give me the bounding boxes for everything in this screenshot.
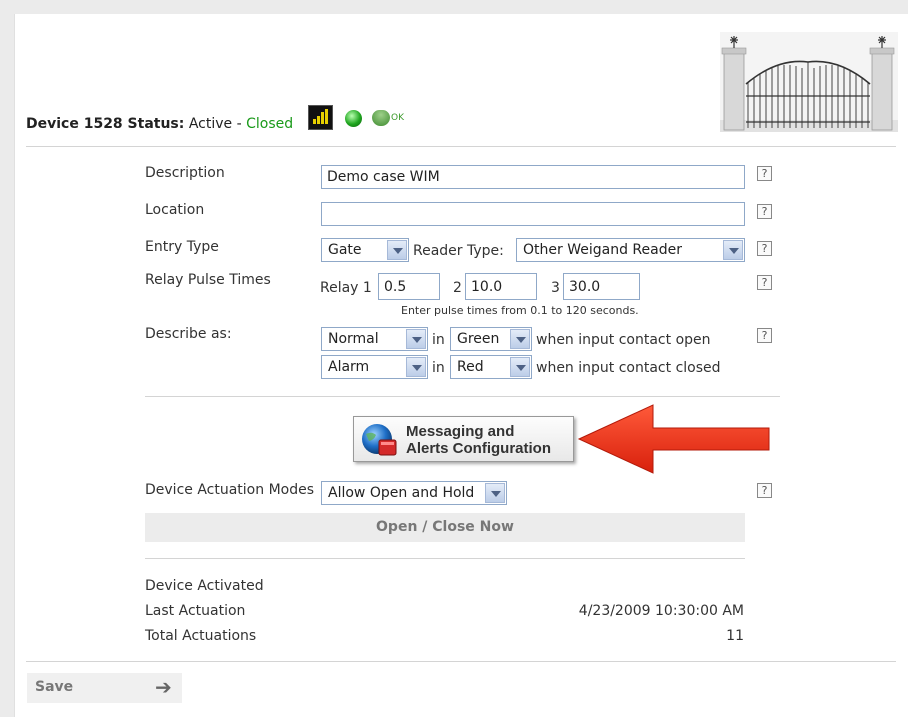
messaging-line2: Alerts Configuration bbox=[406, 440, 551, 457]
stats-divider bbox=[145, 558, 745, 559]
chevron-down-icon bbox=[485, 483, 505, 503]
location-input[interactable] bbox=[321, 202, 745, 226]
chevron-down-icon bbox=[510, 329, 530, 349]
relay3-label: 3 bbox=[551, 280, 560, 296]
alarm-state-select[interactable]: Alarm bbox=[321, 355, 428, 379]
describe-as-label: Describe as: bbox=[145, 326, 232, 342]
actuation-mode-value: Allow Open and Hold bbox=[328, 485, 475, 501]
header-divider bbox=[26, 146, 896, 147]
normal-state-select[interactable]: Normal bbox=[321, 327, 428, 351]
actuation-mode-select[interactable]: Allow Open and Hold bbox=[321, 481, 507, 505]
form-divider bbox=[145, 396, 780, 397]
chevron-down-icon bbox=[387, 240, 407, 260]
entry-type-select[interactable]: Gate bbox=[321, 238, 409, 262]
chevron-down-icon bbox=[723, 240, 743, 260]
last-actuation-value: 4/23/2009 10:30:00 AM bbox=[578, 603, 744, 619]
closed-color-value: Red bbox=[457, 359, 484, 375]
relay2-input[interactable] bbox=[465, 273, 537, 300]
reader-type-label: Reader Type: bbox=[413, 243, 504, 259]
messaging-button-label: Messaging and Alerts Configuration bbox=[406, 423, 551, 457]
green-status-icon bbox=[345, 110, 362, 127]
status-active: Active bbox=[188, 116, 233, 132]
save-button[interactable]: Save ➔ bbox=[27, 673, 182, 703]
messaging-line1: Messaging and bbox=[406, 423, 515, 440]
in-label-2: in bbox=[432, 360, 445, 376]
relay3-input[interactable] bbox=[563, 273, 640, 300]
description-help-icon[interactable]: ? bbox=[757, 166, 772, 181]
device-status-line: Device 1528 Status: Active - Closed bbox=[26, 116, 293, 132]
relay1-label: Relay 1 bbox=[320, 280, 372, 296]
ok-label: OK bbox=[391, 113, 404, 123]
gate-image bbox=[720, 32, 898, 132]
ok-shield-icon bbox=[372, 110, 390, 126]
actuation-help-icon[interactable]: ? bbox=[757, 483, 772, 498]
chevron-down-icon bbox=[510, 357, 530, 377]
last-actuation-label: Last Actuation bbox=[145, 603, 246, 619]
alarm-state-value: Alarm bbox=[328, 359, 370, 375]
device-label: Device 1528 Status: bbox=[26, 116, 185, 132]
footer-divider bbox=[26, 661, 896, 662]
arrow-right-icon: ➔ bbox=[155, 675, 172, 699]
status-separator: - bbox=[236, 116, 242, 132]
globe-icon bbox=[362, 424, 397, 456]
relay-hint: Enter pulse times from 0.1 to 120 second… bbox=[401, 304, 639, 317]
messaging-alerts-button[interactable]: Messaging and Alerts Configuration bbox=[353, 416, 574, 462]
location-label: Location bbox=[145, 202, 205, 218]
chevron-down-icon bbox=[406, 357, 426, 377]
relay2-label: 2 bbox=[453, 280, 462, 296]
actuation-modes-label: Device Actuation Modes bbox=[145, 482, 315, 498]
entry-type-value: Gate bbox=[328, 242, 362, 258]
open-description: when input contact open bbox=[536, 332, 711, 348]
total-actuations-value: 11 bbox=[726, 628, 744, 644]
signal-icon bbox=[308, 105, 333, 130]
closed-description: when input contact closed bbox=[536, 360, 721, 376]
relay1-input[interactable] bbox=[378, 273, 440, 300]
chevron-down-icon bbox=[406, 329, 426, 349]
normal-state-value: Normal bbox=[328, 331, 379, 347]
entry-type-label: Entry Type bbox=[145, 239, 219, 255]
entry-type-help-icon[interactable]: ? bbox=[757, 241, 772, 256]
description-label: Description bbox=[145, 165, 225, 181]
open-close-now-button[interactable]: Open / Close Now bbox=[145, 513, 745, 542]
location-help-icon[interactable]: ? bbox=[757, 204, 772, 219]
relay-help-icon[interactable]: ? bbox=[757, 275, 772, 290]
total-actuations-label: Total Actuations bbox=[145, 628, 257, 644]
open-color-select[interactable]: Green bbox=[450, 327, 532, 351]
description-input[interactable] bbox=[321, 165, 745, 189]
open-color-value: Green bbox=[457, 331, 500, 347]
reader-type-select[interactable]: Other Weigand Reader bbox=[516, 238, 745, 262]
status-closed: Closed bbox=[246, 116, 294, 132]
closed-color-select[interactable]: Red bbox=[450, 355, 532, 379]
describe-as-help-icon[interactable]: ? bbox=[757, 328, 772, 343]
device-activated-label: Device Activated bbox=[145, 578, 264, 594]
red-arrow-icon bbox=[577, 404, 770, 474]
in-label-1: in bbox=[432, 332, 445, 348]
reader-type-value: Other Weigand Reader bbox=[523, 242, 682, 258]
relay-pulse-label: Relay Pulse Times bbox=[145, 272, 271, 288]
save-label: Save bbox=[35, 679, 74, 695]
